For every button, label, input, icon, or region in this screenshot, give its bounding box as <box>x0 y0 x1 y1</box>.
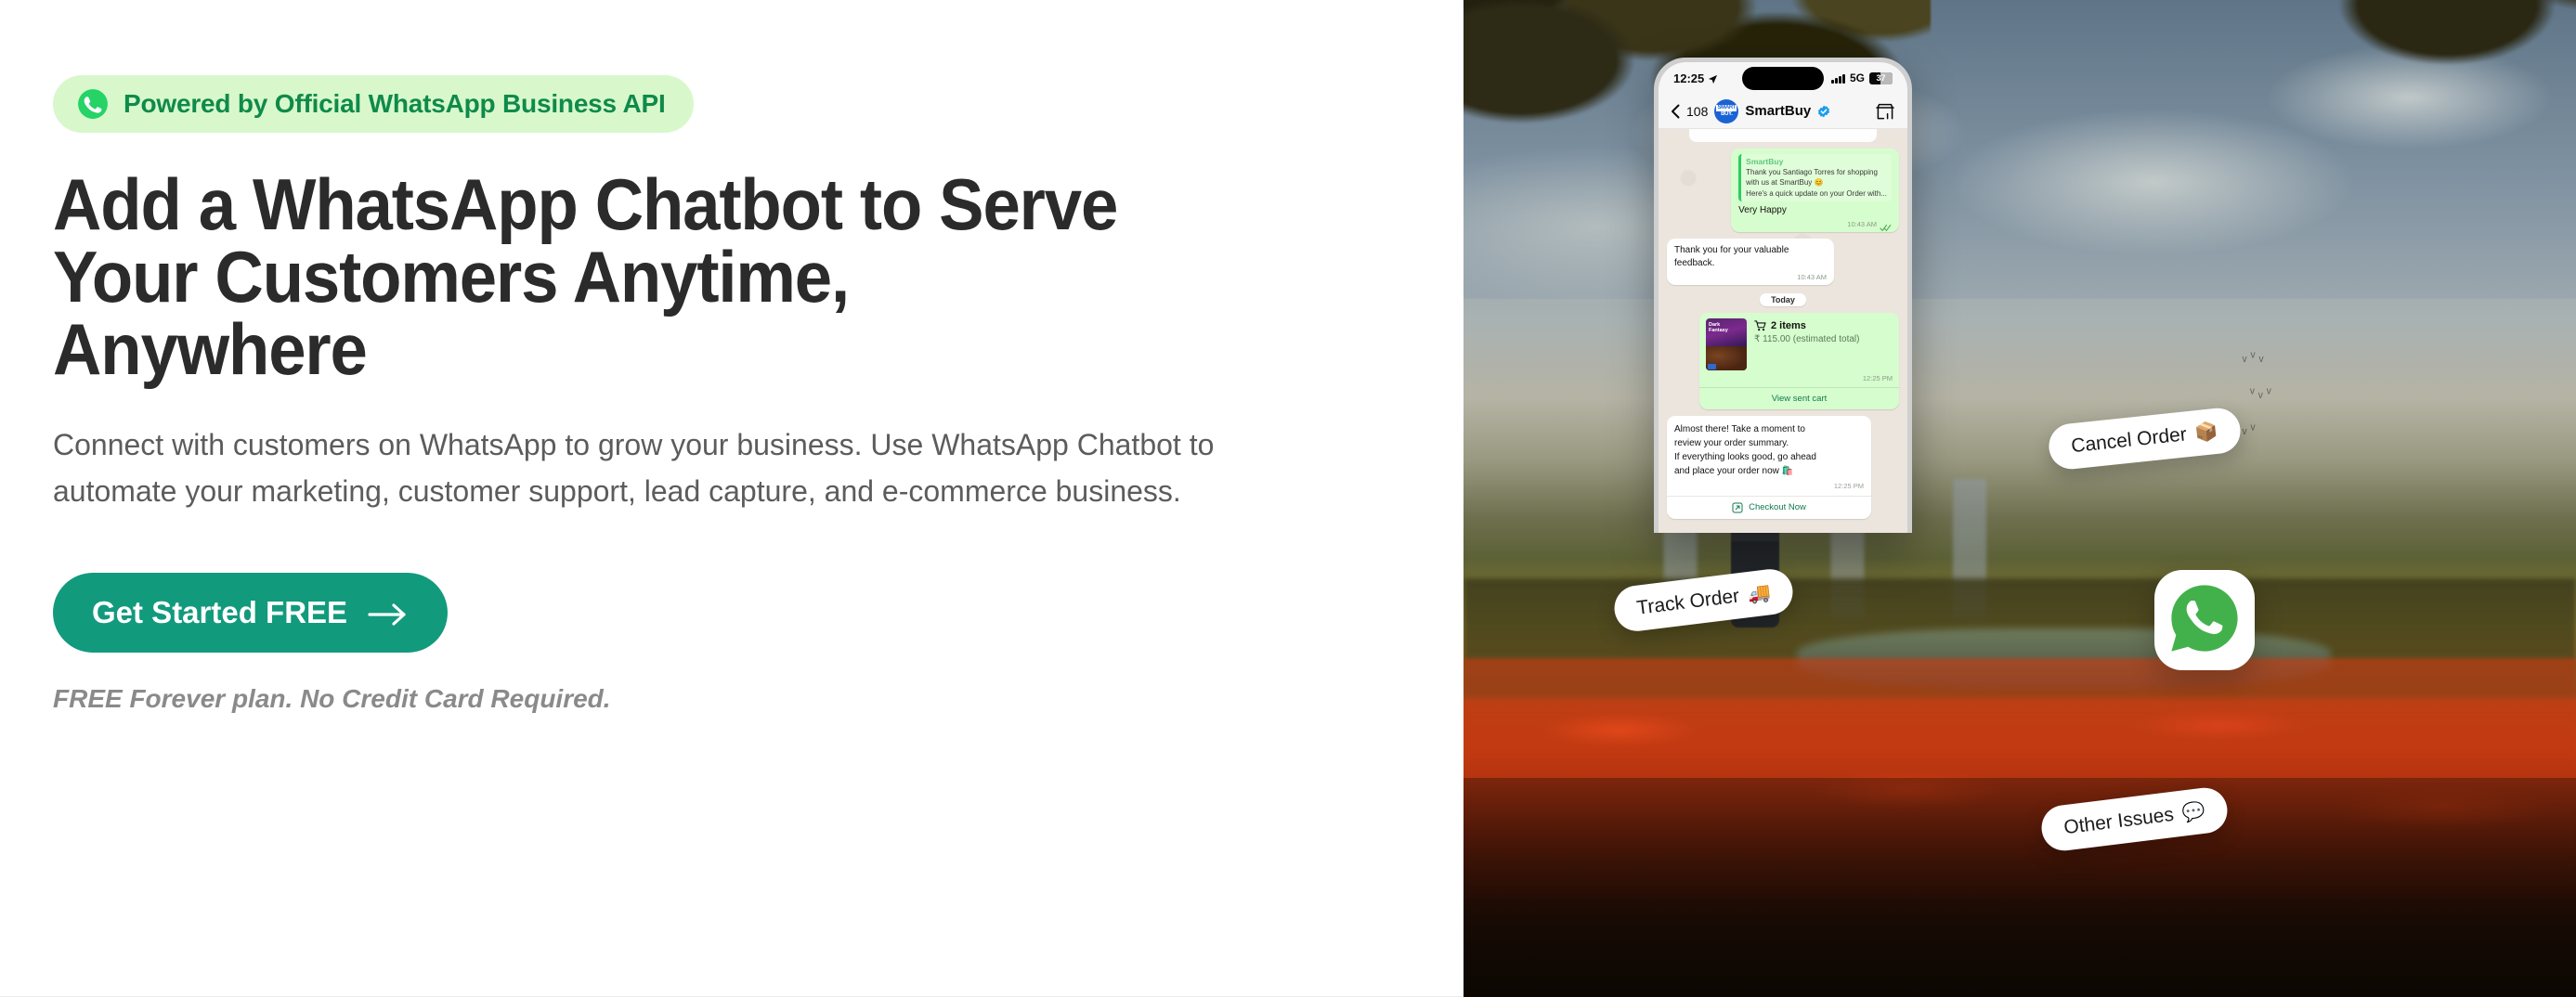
view-sent-cart-button[interactable]: View sent cart <box>1699 386 1899 409</box>
cart-card[interactable]: Dark Fantasy 2 items ₹ 115.00 (estimated… <box>1699 312 1899 409</box>
cart-total: ₹ 115.00 (estimated total) <box>1754 333 1860 344</box>
cart-card-body: Dark Fantasy 2 items ₹ 115.00 (estimated… <box>1699 313 1899 374</box>
truck-icon: 🚚 <box>1746 582 1773 606</box>
cart-message-row: Dark Fantasy 2 items ₹ 115.00 (estimated… <box>1667 312 1899 409</box>
message-bubble-reply[interactable]: SmartBuy Thank you Santiago Torres for s… <box>1731 149 1899 232</box>
tree-canopy-right <box>2286 0 2576 160</box>
unread-count[interactable]: 108 <box>1686 104 1708 119</box>
checkout-now-label: Checkout Now <box>1749 502 1806 513</box>
location-arrow-icon <box>1708 73 1718 84</box>
headline-line-2: Your Customers Anytime, <box>53 236 850 317</box>
product-thumbnail: Dark Fantasy <box>1706 317 1747 370</box>
chip-label: Cancel Order <box>2070 422 2188 457</box>
message-row-outgoing: SmartBuy Thank you Santiago Torres for s… <box>1667 149 1899 232</box>
status-indicators: 5G 37 <box>1831 71 1893 84</box>
message-text: Thank you for your valuable feedback. <box>1674 244 1789 269</box>
shopping-cart-icon <box>1754 320 1766 331</box>
page-title: Add a WhatsApp Chatbot to Serve Your Cus… <box>53 168 1262 385</box>
summary-message-row: Almost there! Take a moment to review yo… <box>1667 415 1899 519</box>
summary-line-1: Almost there! Take a moment to <box>1674 423 1805 434</box>
api-badge-label: Powered by Official WhatsApp Business AP… <box>124 89 666 118</box>
avatar-line-2: BUY. <box>1721 110 1733 117</box>
double-check-icon <box>1880 220 1892 231</box>
day-divider-label: Today <box>1760 292 1806 306</box>
headline-line-1: Add a WhatsApp Chatbot to Serve <box>53 163 1118 245</box>
hero-page: Powered by Official WhatsApp Business AP… <box>0 0 2576 997</box>
chip-label: Track Order <box>1635 584 1741 619</box>
message-row-incoming: Thank you for your valuable feedback. 10… <box>1667 238 1899 285</box>
chat-header: 108 SMART BUY. SmartBuy <box>1659 94 1907 129</box>
dynamic-island <box>1742 67 1824 90</box>
foreground-shadow-layer <box>1464 777 2576 997</box>
chip-label: Other Issues <box>2062 803 2176 838</box>
cart-item-count-row: 2 items <box>1754 320 1893 331</box>
day-divider: Today <box>1667 292 1899 306</box>
external-link-icon <box>1732 502 1743 513</box>
phone-mockup: 12:25 5G 37 108 SMART BUY. SmartBuy Smar… <box>1654 58 1912 533</box>
signal-bars-icon <box>1831 73 1845 84</box>
cart-item-count: 2 items <box>1771 319 1806 331</box>
quoted-line-3: Here's a quick update on your Order with… <box>1746 188 1887 198</box>
arrow-right-icon <box>368 600 409 626</box>
whatsapp-logo-icon <box>2169 583 2240 658</box>
speech-balloon-icon: 💬 <box>2180 800 2206 824</box>
get-started-label: Get Started FREE <box>92 594 348 629</box>
battery-level: 37 <box>1876 73 1886 83</box>
whatsapp-floating-button[interactable] <box>2154 570 2255 670</box>
product-label-line-2: Fantasy <box>1709 327 1728 333</box>
summary-line-3: If everything looks good, go ahead <box>1674 451 1816 462</box>
birds-layer: ᵥ ᵛ ᵥ ᵛ ᵥ ᵛᵥ ᵛ <box>2242 349 2271 438</box>
chat-message-list[interactable]: SmartBuy Thank you Santiago Torres for s… <box>1659 129 1907 533</box>
message-meta: 10:43 AM <box>1674 273 1827 281</box>
summary-time: 12:25 PM <box>1833 481 1864 490</box>
quoted-sender: SmartBuy <box>1746 157 1784 166</box>
verified-badge-icon <box>1817 105 1830 118</box>
cart-time: 12:25 PM <box>1862 373 1893 382</box>
checkout-now-button[interactable]: Checkout Now <box>1667 495 1871 519</box>
network-label: 5G <box>1849 71 1865 84</box>
api-badge: Powered by Official WhatsApp Business AP… <box>53 75 694 133</box>
hero-fineprint: FREE Forever plan. No Credit Card Requir… <box>53 683 611 713</box>
previous-message-stub <box>1689 129 1877 142</box>
quoted-line-2: with us at SmartBuy 😊 <box>1746 178 1824 188</box>
message-text: Very Happy <box>1738 205 1787 216</box>
phone-screen: 12:25 5G 37 108 SMART BUY. SmartBuy Smar… <box>1659 62 1907 533</box>
status-time: 12:25 <box>1673 71 1718 85</box>
chat-contact-name[interactable]: SmartBuy <box>1745 103 1811 119</box>
get-started-button[interactable]: Get Started FREE <box>53 572 449 653</box>
order-summary-text: Almost there! Take a moment to review yo… <box>1667 416 1871 481</box>
message-time: 10:43 AM <box>1847 219 1877 228</box>
hero-subtext: Connect with customers on WhatsApp to gr… <box>53 428 1215 508</box>
message-bubble-feedback[interactable]: Thank you for your valuable feedback. 10… <box>1667 238 1834 285</box>
whatsapp-icon <box>77 88 109 120</box>
hero-visual-panel: ᵥ ᵛ ᵥ ᵛ ᵥ ᵛᵥ ᵛ 12:25 5G 37 108 SMART BUY… <box>1464 0 2576 997</box>
quoted-line-1: Thank you Santiago Torres for shopping <box>1746 168 1878 176</box>
summary-line-2: review your order summary. <box>1674 437 1789 448</box>
headline-line-3: Anywhere <box>53 308 368 390</box>
avatar[interactable]: SMART BUY. <box>1714 98 1739 123</box>
hero-left-column: Powered by Official WhatsApp Business AP… <box>0 0 1464 997</box>
message-time: 10:43 AM <box>1797 272 1827 281</box>
summary-line-4: and place your order now 🛍️ <box>1674 465 1794 476</box>
status-time-label: 12:25 <box>1673 71 1705 85</box>
quoted-message: SmartBuy Thank you Santiago Torres for s… <box>1738 154 1892 202</box>
product-brand-mark <box>1708 363 1716 369</box>
chevron-left-icon[interactable] <box>1671 104 1680 119</box>
cart-details: 2 items ₹ 115.00 (estimated total) <box>1754 318 1893 370</box>
product-label: Dark Fantasy <box>1709 322 1728 333</box>
package-icon: 📦 <box>2193 421 2219 445</box>
phone-status-bar: 12:25 5G 37 <box>1659 62 1907 94</box>
battery-icon: 37 <box>1869 71 1893 84</box>
message-meta: 10:43 AM <box>1738 219 1892 231</box>
order-summary-card[interactable]: Almost there! Take a moment to review yo… <box>1667 415 1871 519</box>
storefront-icon[interactable] <box>1875 102 1895 121</box>
